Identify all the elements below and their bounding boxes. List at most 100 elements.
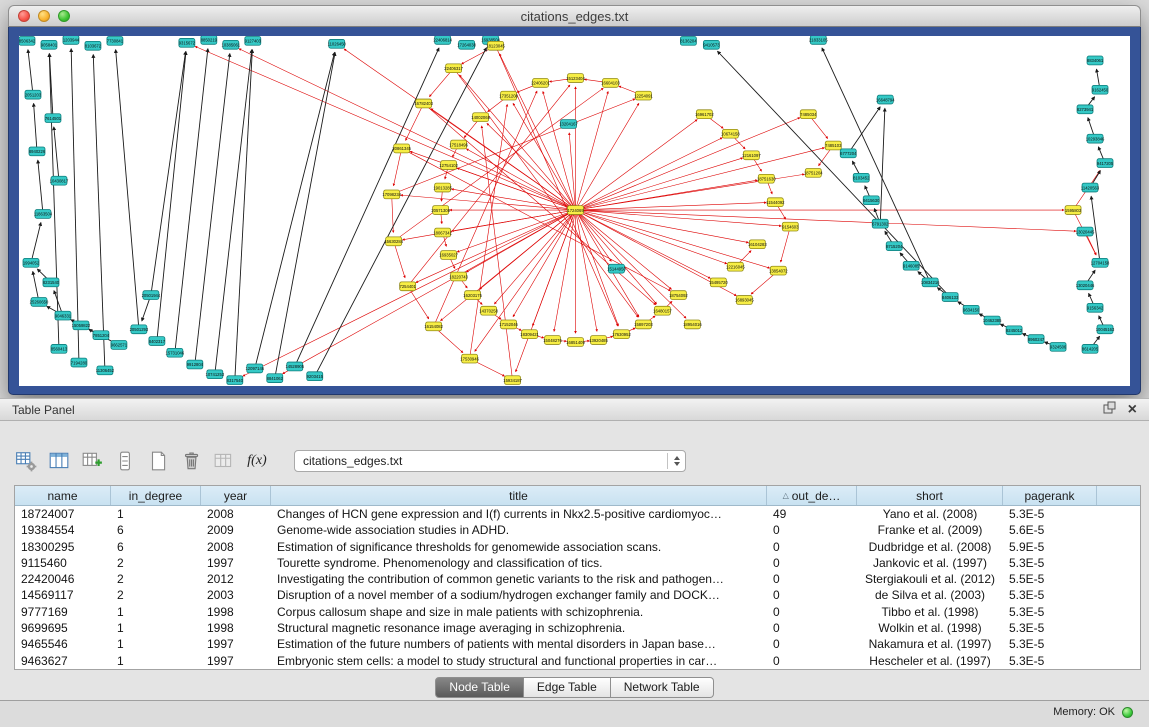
graph-edge[interactable] <box>499 54 575 210</box>
graph-node[interactable]: 9662571 <box>111 341 128 350</box>
graph-node[interactable]: 6777204 <box>840 149 857 158</box>
graph-node[interactable]: 15144950 <box>607 264 626 273</box>
graph-edge[interactable] <box>195 54 230 365</box>
row-height-button[interactable] <box>113 449 137 473</box>
graph-edge[interactable] <box>295 48 439 366</box>
graph-node[interactable]: 15630284 <box>384 237 403 246</box>
graph-edge[interactable] <box>575 120 697 210</box>
graph-node[interactable]: 11420563 <box>1081 183 1100 192</box>
graph-node[interactable]: 15123404 <box>566 74 585 83</box>
graph-node[interactable]: 8960247 <box>1028 335 1045 344</box>
table-row[interactable]: 1456911722003Disruption of a novel membe… <box>15 587 1140 603</box>
graph-node[interactable]: 10293846 <box>1086 134 1105 143</box>
graph-node[interactable]: 17518496 <box>449 140 468 149</box>
graph-node[interactable]: 9410573 <box>703 40 720 49</box>
table-row[interactable]: 969969511998Structural magnetic resonanc… <box>15 620 1140 636</box>
graph-edge[interactable] <box>575 158 742 210</box>
graph-node[interactable]: 20501944 <box>142 291 161 300</box>
column-header-pagerank[interactable]: pagerank <box>1003 486 1097 505</box>
graph-edge[interactable] <box>575 138 722 210</box>
column-header-name[interactable]: name <box>15 486 111 505</box>
graph-edge[interactable] <box>482 126 513 380</box>
graph-edge[interactable] <box>575 210 781 226</box>
graph-edge[interactable] <box>235 50 253 380</box>
graph-node[interactable]: 8850219 <box>201 36 218 44</box>
graph-node[interactable]: 9324506 <box>1050 342 1067 351</box>
graph-node[interactable]: 10430817 <box>50 176 69 185</box>
graph-edge[interactable] <box>283 210 576 374</box>
graph-node[interactable]: 16648794 <box>876 95 895 104</box>
graph-edge[interactable] <box>54 127 59 181</box>
graph-node[interactable]: 9046331 <box>55 311 72 320</box>
graph-node[interactable]: 8715204 <box>886 242 903 251</box>
graph-node[interactable]: 11863504 <box>34 210 53 219</box>
graph-node[interactable]: 12097146 <box>245 364 264 373</box>
table-mode-button[interactable] <box>14 449 38 473</box>
graph-node[interactable]: 1994052 <box>23 258 40 267</box>
graph-node[interactable]: 20501293 <box>130 325 149 334</box>
new-table-button[interactable] <box>146 449 170 473</box>
graph-edge[interactable] <box>575 210 748 243</box>
delete-table-button[interactable] <box>179 449 203 473</box>
graph-node[interactable]: 16203175 <box>463 291 482 300</box>
graph-node[interactable]: 15048276 <box>543 336 562 345</box>
graph-node[interactable]: 16480157 <box>653 306 672 315</box>
graph-node[interactable]: 17630952 <box>612 330 631 339</box>
close-button[interactable] <box>18 10 30 22</box>
graph-node[interactable]: 7851204 <box>93 331 110 340</box>
graph-edge[interactable] <box>822 48 930 282</box>
graph-node[interactable]: 15897203 <box>634 320 653 329</box>
graph-node[interactable]: 9154603 <box>782 222 799 231</box>
column-header-short[interactable]: short <box>857 486 1003 505</box>
graph-node[interactable]: 15059822 <box>72 321 91 330</box>
graph-node[interactable]: 17351208 <box>499 91 518 100</box>
graph-node[interactable]: 8841062 <box>267 374 284 383</box>
graph-node[interactable]: 11306452 <box>96 366 115 375</box>
graph-node[interactable]: 9315672 <box>179 38 196 47</box>
graph-node[interactable]: 16104283 <box>748 240 767 249</box>
graph-node[interactable]: 1724069 <box>567 206 584 215</box>
close-panel-button[interactable]: × <box>1128 402 1137 418</box>
graph-node[interactable]: 10741253 <box>206 370 225 379</box>
graph-node[interactable]: 8560413 <box>51 344 68 353</box>
graph-node[interactable]: 18954016 <box>683 320 702 329</box>
graph-node[interactable]: 18220743 <box>449 272 468 281</box>
graph-edge[interactable] <box>243 210 576 376</box>
graph-node[interactable]: 15934187 <box>503 376 522 385</box>
graph-edge[interactable] <box>575 91 608 210</box>
graph-node[interactable]: 8231540 <box>43 278 60 287</box>
graph-node[interactable]: 1203944 <box>63 36 80 44</box>
graph-node[interactable]: 7614501 <box>45 114 62 123</box>
graph-edge[interactable] <box>38 160 43 214</box>
show-columns-button[interactable] <box>47 449 71 473</box>
graph-node[interactable]: 9912804 <box>187 360 204 369</box>
import-table-button[interactable] <box>212 449 236 473</box>
graph-node[interactable]: 9156342 <box>1087 303 1104 312</box>
graph-node[interactable]: 13020445 <box>1076 227 1095 236</box>
memory-status-led[interactable] <box>1122 707 1133 718</box>
graph-edge[interactable] <box>28 50 33 95</box>
graph-node[interactable]: 7254401 <box>400 282 417 291</box>
graph-edge[interactable] <box>71 49 79 363</box>
graph-edge[interactable] <box>575 148 824 210</box>
graph-node[interactable]: 22406317 <box>444 64 463 73</box>
graph-node[interactable]: 20861345 <box>392 144 411 153</box>
graph-node[interactable]: 12254091 <box>634 91 653 100</box>
graph-node[interactable]: 6791302 <box>872 219 889 228</box>
graph-edge[interactable] <box>575 103 638 210</box>
tab-edge-table[interactable]: Edge Table <box>524 677 611 698</box>
graph-node[interactable]: 2051203 <box>25 90 42 99</box>
table-panel-titlebar[interactable]: Table Panel × <box>0 399 1149 421</box>
graph-edge[interactable] <box>394 148 402 185</box>
graph-node[interactable]: 7485034 <box>800 110 817 119</box>
graph-node[interactable]: 11026450 <box>328 39 347 48</box>
graph-edge[interactable] <box>239 49 576 210</box>
table-selector-combobox[interactable]: citations_edges.txt <box>294 450 686 472</box>
graph-node[interactable]: 18123045 <box>486 41 505 50</box>
create-column-button[interactable] <box>80 449 104 473</box>
graph-node[interactable]: 15731046 <box>166 348 185 357</box>
network-canvas[interactable]: 8506342905840112039448103672773084193156… <box>19 36 1130 386</box>
graph-node[interactable]: 9634150 <box>963 305 980 314</box>
graph-node[interactable]: 22406814 <box>433 36 452 44</box>
graph-node[interactable]: 9162450 <box>1092 85 1109 94</box>
